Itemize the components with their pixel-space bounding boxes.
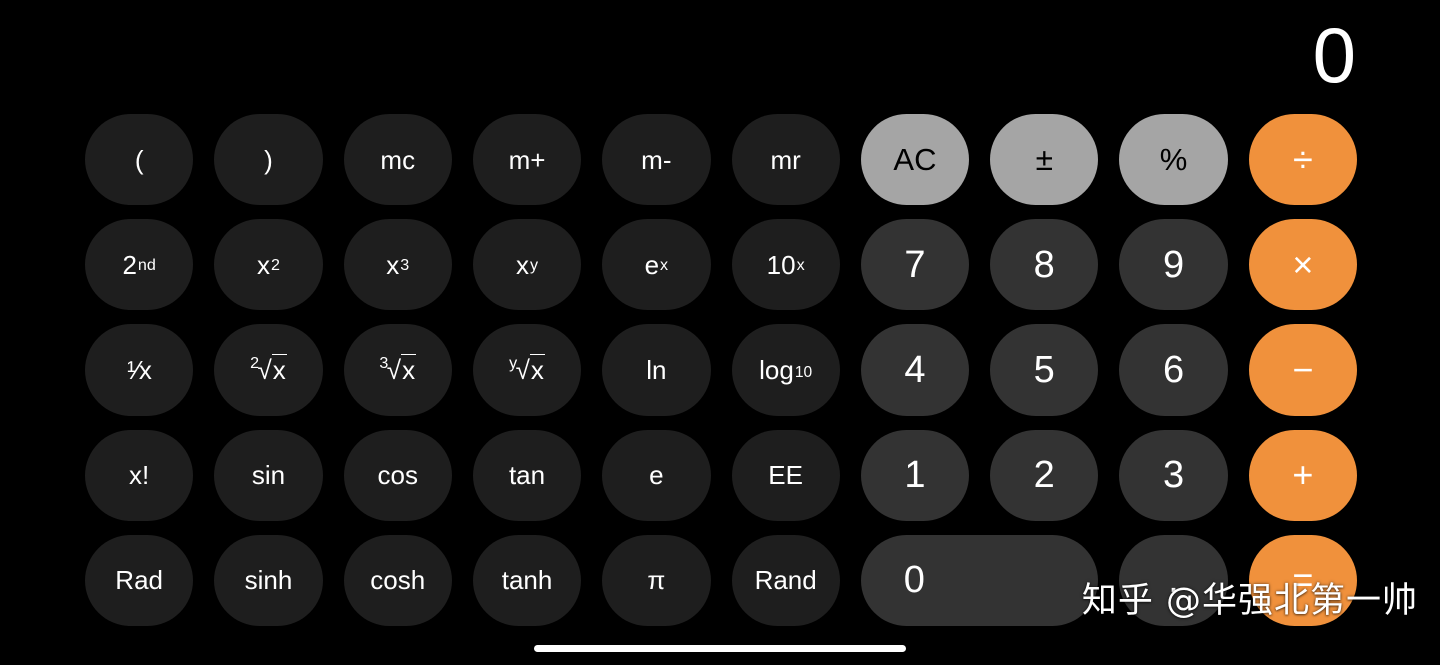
log-base-10-key[interactable]: log 10 <box>731 324 840 416</box>
factorial-key[interactable]: x! <box>85 429 194 521</box>
memory-subtract-key[interactable]: m- <box>602 114 711 206</box>
second-function-key[interactable]: 2nd <box>85 219 194 311</box>
display-value: 0 <box>1312 11 1356 99</box>
decimal-point-key[interactable]: . <box>1119 534 1228 626</box>
nth-root-key[interactable]: y √x <box>472 324 582 416</box>
digit-6-key[interactable]: 6 <box>1119 324 1228 416</box>
euler-e-key[interactable]: e <box>602 429 711 521</box>
add-key[interactable]: + <box>1248 429 1357 521</box>
hyperbolic-sine-key[interactable]: sinh <box>214 534 323 626</box>
close-paren-key[interactable]: ) <box>214 114 323 206</box>
digit-4-key[interactable]: 4 <box>860 324 970 416</box>
radian-mode-key[interactable]: Rad <box>85 534 194 626</box>
calculator-app: 0 () mc m+ m-mr AC ±% ÷ 2nd x 2 x 3 x y e x 10 x 7 8 9 × ¹⁄x 2 √… <box>0 0 1440 665</box>
ten-power-x-key[interactable]: 10 x <box>731 219 840 311</box>
sine-key[interactable]: sin <box>214 429 323 521</box>
digit-3-key[interactable]: 3 <box>1119 429 1228 521</box>
random-key[interactable]: Rand <box>731 534 840 626</box>
reciprocal-key[interactable]: ¹⁄x <box>85 324 194 416</box>
tangent-key[interactable]: tan <box>472 429 582 521</box>
x-cubed-key[interactable]: x3 <box>343 219 452 311</box>
home-indicator[interactable] <box>534 645 906 652</box>
digit-1-key[interactable]: 1 <box>860 429 970 521</box>
digit-2-key[interactable]: 2 <box>990 429 1099 521</box>
hyperbolic-cosine-key[interactable]: cosh <box>343 534 452 626</box>
square-root-key[interactable]: 2 √x <box>214 324 323 416</box>
digit-9-key[interactable]: 9 <box>1119 219 1228 311</box>
memory-recall-key[interactable]: mr <box>731 114 840 206</box>
hyperbolic-tangent-key[interactable]: tanh <box>472 534 582 626</box>
sign-toggle-key[interactable]: ± <box>990 114 1099 206</box>
open-paren-key[interactable]: ( <box>85 114 194 206</box>
natural-log-key[interactable]: ln <box>602 324 711 416</box>
digit-5-key[interactable]: 5 <box>990 324 1099 416</box>
digit-0-key[interactable]: 0 <box>860 534 1099 626</box>
calculator-display: 0 <box>0 0 1356 110</box>
percent-key[interactable]: % <box>1119 114 1228 206</box>
cosine-key[interactable]: cos <box>343 429 452 521</box>
memory-add-key[interactable]: m+ <box>472 114 582 206</box>
subtract-key[interactable]: − <box>1248 324 1357 416</box>
x-squared-key[interactable]: x2 <box>214 219 323 311</box>
digit-8-key[interactable]: 8 <box>990 219 1099 311</box>
pi-key[interactable]: π <box>602 534 711 626</box>
all-clear-key[interactable]: AC <box>860 114 970 206</box>
equals-key[interactable]: = <box>1248 534 1357 626</box>
divide-key[interactable]: ÷ <box>1248 114 1357 206</box>
multiply-key[interactable]: × <box>1248 219 1357 311</box>
calculator-keypad: () mc m+ m-mr AC ±% ÷ 2nd x 2 x 3 x y e x 10 x 7 8 9 × ¹⁄x 2 √x 3… <box>85 114 1357 626</box>
digit-7-key[interactable]: 7 <box>860 219 970 311</box>
exponent-key[interactable]: EE <box>731 429 840 521</box>
memory-clear-key[interactable]: mc <box>343 114 452 206</box>
x-power-y-key[interactable]: xy <box>472 219 582 311</box>
cube-root-key[interactable]: 3 √x <box>343 324 452 416</box>
e-power-x-key[interactable]: ex <box>602 219 711 311</box>
